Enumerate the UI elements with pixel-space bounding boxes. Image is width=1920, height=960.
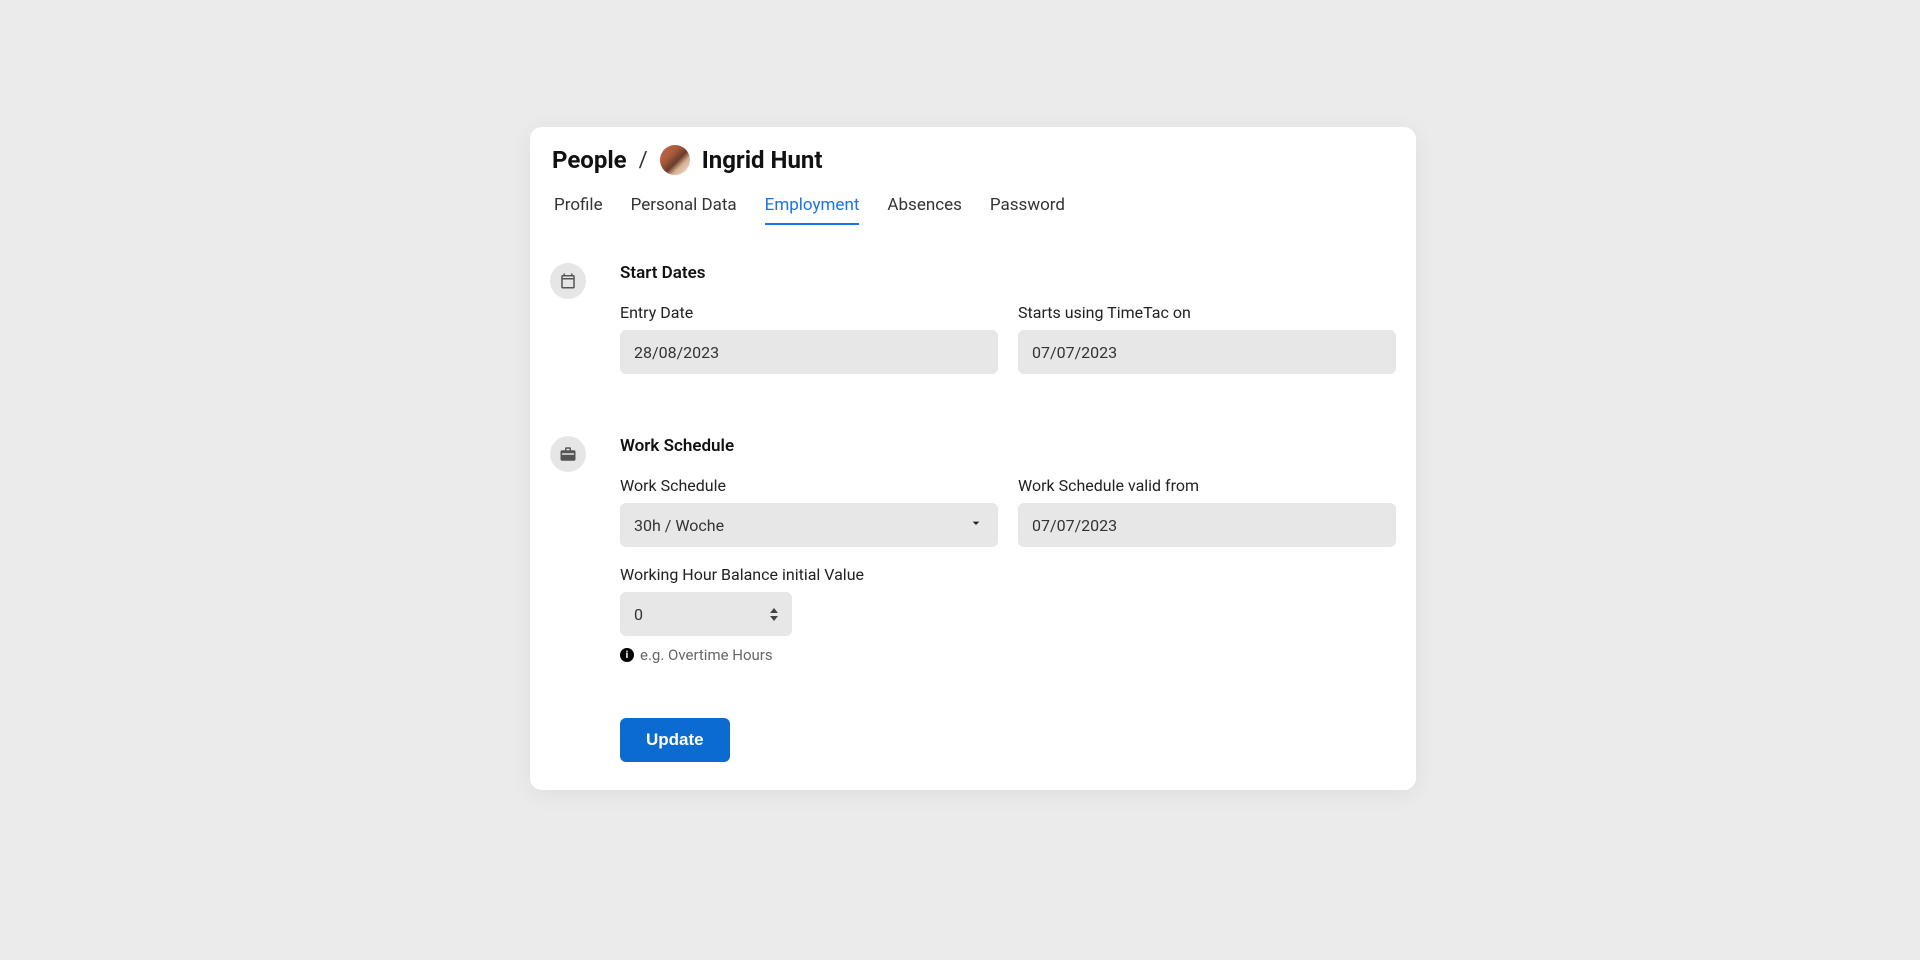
stepper-down-icon[interactable] [770, 616, 778, 621]
breadcrumb: People / Ingrid Hunt [550, 145, 1396, 175]
tabs: Profile Personal Data Employment Absence… [550, 189, 1396, 225]
stepper-up-icon[interactable] [770, 608, 778, 613]
work-schedule-select[interactable]: 30h / Woche [620, 503, 998, 547]
entry-date-label: Entry Date [620, 303, 998, 322]
balance-value: 0 [634, 605, 643, 624]
avatar [660, 145, 690, 175]
breadcrumb-root[interactable]: People [552, 146, 627, 174]
balance-stepper[interactable]: 0 [620, 592, 792, 636]
breadcrumb-separator: / [639, 148, 648, 173]
balance-hint-text: e.g. Overtime Hours [640, 646, 773, 664]
employee-card: People / Ingrid Hunt Profile Personal Da… [530, 127, 1416, 790]
tab-password[interactable]: Password [990, 189, 1065, 225]
info-icon: i [620, 648, 634, 662]
tab-personal-data[interactable]: Personal Data [631, 189, 737, 225]
breadcrumb-name: Ingrid Hunt [702, 146, 823, 174]
tab-profile[interactable]: Profile [554, 189, 603, 225]
section-work-schedule: Work Schedule Work Schedule 30h / Woche … [550, 436, 1396, 664]
section-title-work-schedule: Work Schedule [620, 436, 1396, 456]
starts-using-input[interactable]: 07/07/2023 [1018, 330, 1396, 374]
valid-from-input[interactable]: 07/07/2023 [1018, 503, 1396, 547]
balance-label: Working Hour Balance initial Value [620, 565, 864, 584]
work-schedule-label: Work Schedule [620, 476, 998, 495]
valid-from-label: Work Schedule valid from [1018, 476, 1396, 495]
tab-absences[interactable]: Absences [887, 189, 962, 225]
starts-using-label: Starts using TimeTac on [1018, 303, 1396, 322]
balance-hint: i e.g. Overtime Hours [620, 646, 792, 664]
tab-employment[interactable]: Employment [765, 189, 860, 225]
valid-from-value: 07/07/2023 [1032, 516, 1117, 535]
update-button[interactable]: Update [620, 718, 730, 762]
calendar-icon [550, 263, 586, 299]
entry-date-input[interactable]: 28/08/2023 [620, 330, 998, 374]
work-schedule-value: 30h / Woche [634, 516, 724, 535]
section-start-dates: Start Dates Entry Date 28/08/2023 Starts… [550, 263, 1396, 392]
entry-date-value: 28/08/2023 [634, 343, 719, 362]
section-title-start-dates: Start Dates [620, 263, 1396, 283]
starts-using-value: 07/07/2023 [1032, 343, 1117, 362]
briefcase-icon [550, 436, 586, 472]
chevron-down-icon [968, 515, 984, 535]
